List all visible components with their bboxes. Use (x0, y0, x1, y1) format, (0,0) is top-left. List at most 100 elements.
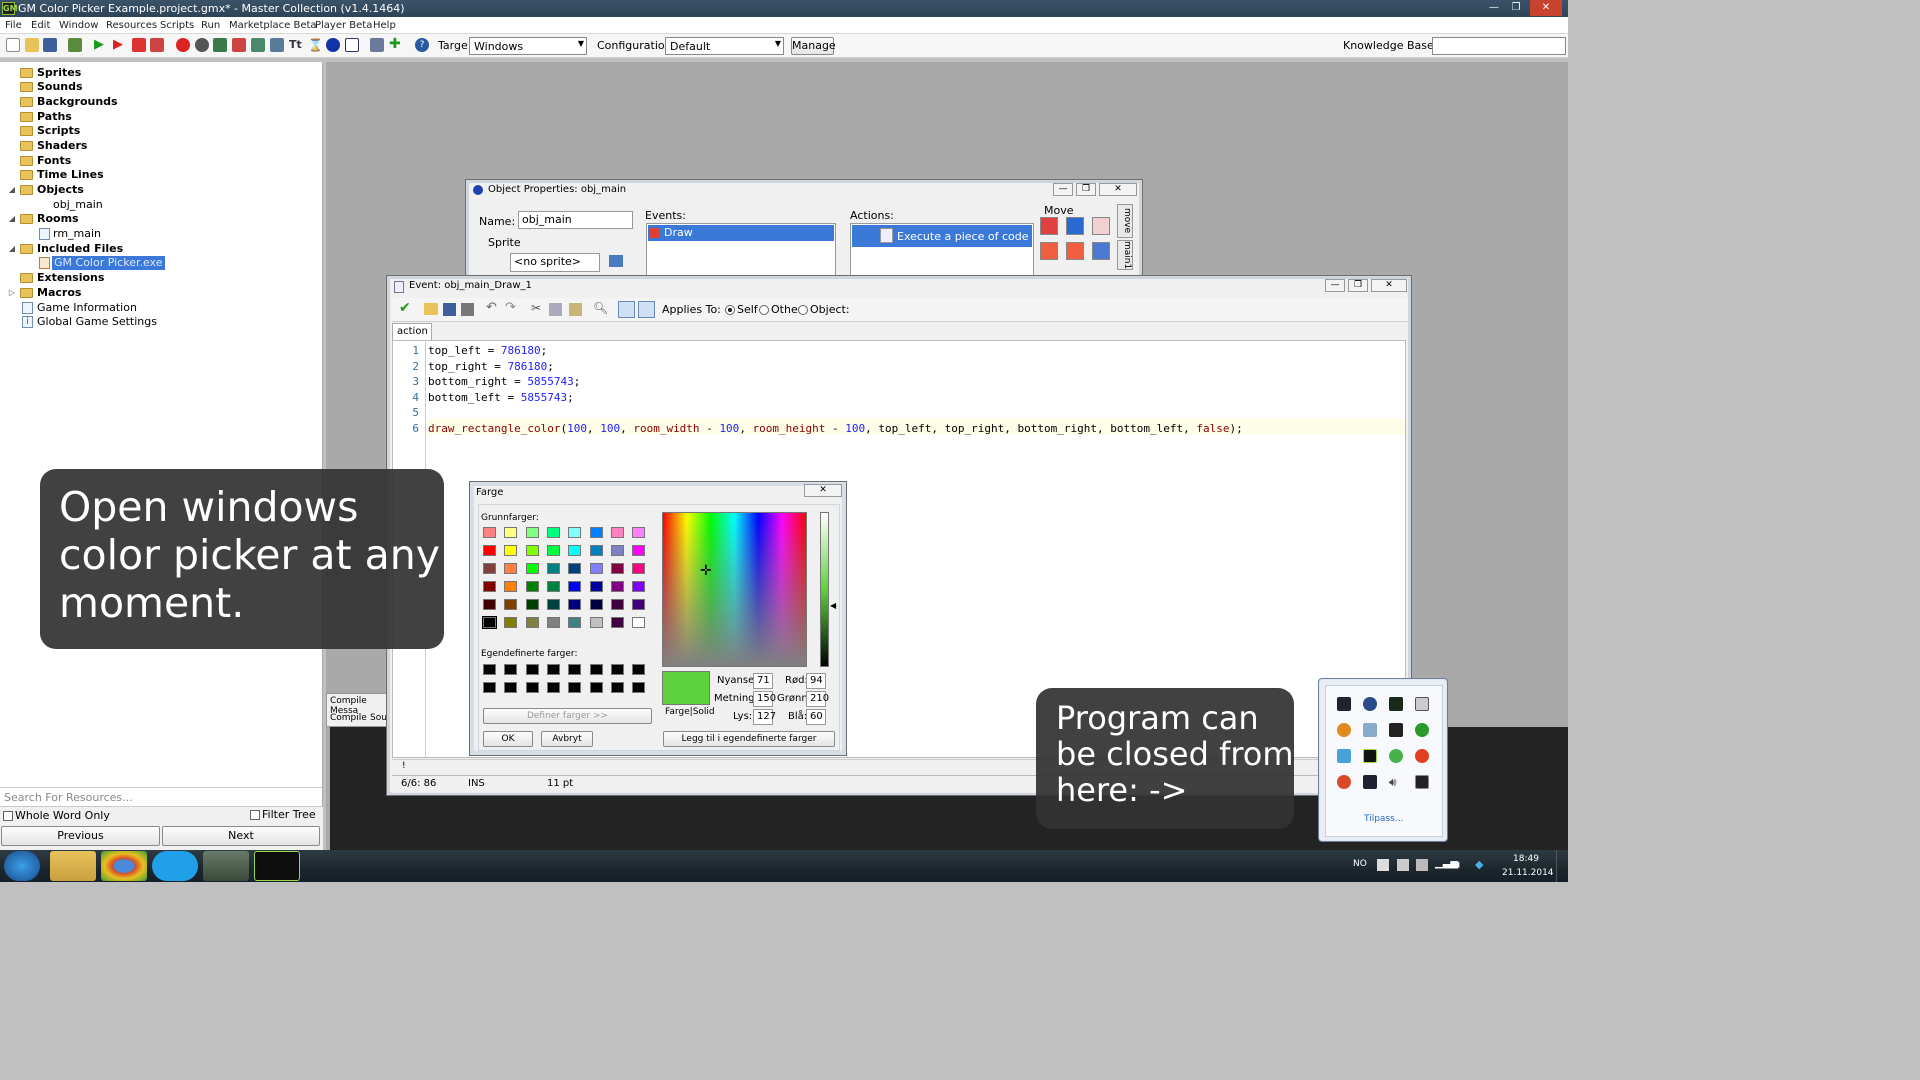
basic-color-swatch[interactable] (632, 545, 646, 556)
menu-help[interactable]: Help (373, 20, 396, 31)
filter-tree-checkbox[interactable] (250, 810, 260, 820)
basic-color-swatch[interactable] (483, 545, 496, 556)
object-name-input[interactable]: obj_main (518, 211, 633, 229)
restore-button[interactable]: ❐ (1505, 0, 1527, 16)
luminance-pointer-icon[interactable]: ◀ (830, 601, 836, 610)
terminal-icon[interactable] (1389, 723, 1403, 737)
basic-color-swatch[interactable] (589, 599, 603, 610)
basic-color-swatch[interactable] (632, 617, 646, 628)
paste-icon[interactable] (569, 303, 582, 316)
custom-color-swatch[interactable] (589, 664, 603, 675)
basic-color-swatch[interactable] (610, 527, 624, 538)
target-select[interactable]: Windows ▼ (469, 37, 587, 55)
chrome-taskbar-icon[interactable] (101, 851, 147, 881)
create-sprite-icon[interactable] (176, 38, 190, 52)
close-button[interactable]: ✕ (1371, 279, 1407, 292)
configuration-select[interactable]: Default ▼ (665, 37, 784, 55)
basic-color-swatch[interactable] (504, 617, 518, 628)
basic-color-swatch[interactable] (483, 527, 496, 538)
custom-color-swatch[interactable] (568, 682, 582, 693)
basic-color-swatch[interactable] (546, 563, 560, 574)
explorer-taskbar-icon[interactable] (50, 851, 96, 881)
flag-icon[interactable] (1397, 859, 1409, 871)
luminance-input[interactable]: 127 (753, 709, 776, 725)
other-radio[interactable] (759, 305, 769, 315)
language-indicator[interactable]: NO (1353, 859, 1367, 869)
menu-edit[interactable]: Edit (31, 20, 50, 31)
tab-move[interactable]: move (1117, 204, 1133, 238)
code-line[interactable]: 6 draw_rectangle_color(100, 100, room_wid… (393, 421, 1405, 436)
custom-color-swatch[interactable] (504, 682, 518, 693)
basic-color-swatch[interactable] (610, 563, 624, 574)
object-radio[interactable] (798, 305, 808, 315)
basic-color-swatch[interactable] (568, 617, 582, 628)
resource-search-input[interactable]: Search For Resources... (0, 787, 322, 807)
action-item-execute-code[interactable]: Execute a piece of code (852, 225, 1032, 247)
minimize-button[interactable]: — (1483, 0, 1505, 16)
basic-color-swatch[interactable] (525, 527, 539, 538)
basic-color-swatch[interactable] (589, 527, 603, 538)
volume-icon[interactable]: 🔈︎ (1456, 858, 1463, 872)
gamemaker-tray-icon[interactable] (1363, 749, 1377, 763)
basic-color-swatch[interactable] (482, 616, 497, 629)
basic-color-swatch[interactable] (504, 599, 518, 610)
custom-color-swatch[interactable] (504, 664, 518, 675)
print-icon[interactable] (461, 303, 474, 316)
create-path-icon[interactable] (232, 38, 246, 52)
basic-color-swatch[interactable] (546, 581, 560, 592)
menu-window[interactable]: Window (59, 20, 98, 31)
menu-marketplace[interactable]: Marketplace Beta (229, 20, 317, 31)
red-input[interactable]: 94 (806, 673, 826, 689)
custom-color-swatch[interactable] (589, 682, 603, 693)
monitor-app-icon[interactable] (1337, 697, 1351, 711)
customize-link[interactable]: Tilpass... (1364, 814, 1403, 824)
basic-color-swatch[interactable] (504, 545, 518, 556)
add-to-custom-colors-button[interactable]: Legg til i egendefinerte farger (663, 731, 835, 747)
basic-color-swatch[interactable] (546, 599, 560, 610)
hue-saturation-field[interactable]: ✛ (662, 512, 807, 667)
chrome-tray-icon[interactable] (1337, 775, 1351, 789)
basic-color-swatch[interactable] (504, 563, 518, 574)
menu-player-beta[interactable]: Player Beta (315, 20, 372, 31)
basic-color-swatch[interactable] (568, 563, 582, 574)
basic-color-swatch[interactable] (610, 617, 624, 628)
start-button-icon[interactable] (4, 851, 40, 881)
code-completion-icon[interactable] (618, 301, 635, 318)
show-desktop-button[interactable] (1556, 850, 1568, 882)
basic-color-swatch[interactable] (610, 545, 624, 556)
create-sound-icon[interactable] (195, 38, 209, 52)
app-icon[interactable] (1337, 723, 1351, 737)
gamemaker-taskbar-icon[interactable] (254, 851, 300, 881)
basic-color-swatch[interactable] (632, 527, 646, 538)
messenger-icon[interactable] (1389, 749, 1403, 763)
speed-vertical-icon[interactable] (1066, 242, 1084, 260)
hue-input[interactable]: 71 (753, 673, 773, 689)
add-icon[interactable]: ✚ (389, 37, 403, 52)
basic-color-swatch[interactable] (632, 563, 646, 574)
basic-color-swatch[interactable] (525, 545, 539, 556)
custom-color-swatch[interactable] (632, 664, 646, 675)
basic-color-swatch[interactable] (546, 617, 560, 628)
basic-color-swatch[interactable] (525, 563, 539, 574)
expand-arrow-icon[interactable]: ◢ (8, 183, 16, 197)
custom-color-swatch[interactable] (568, 664, 582, 675)
manage-button[interactable]: Manage (791, 37, 836, 55)
basic-color-swatch[interactable] (568, 599, 582, 610)
save-icon[interactable] (43, 38, 57, 52)
redo-icon[interactable]: ↷ (505, 300, 516, 315)
create-background-icon[interactable] (213, 38, 227, 52)
create-font-icon[interactable]: Tt (289, 38, 303, 52)
menu-scripts[interactable]: Scripts (160, 20, 194, 31)
sync-icon[interactable] (1363, 723, 1377, 737)
run-icon[interactable]: ▶ (94, 38, 108, 52)
basic-color-swatch[interactable] (483, 599, 496, 610)
luminance-slider[interactable] (820, 512, 829, 667)
graphics-icon[interactable] (1363, 775, 1377, 789)
basic-color-swatch[interactable] (589, 563, 603, 574)
help-icon[interactable]: ? (415, 38, 429, 52)
stop-icon[interactable] (132, 38, 146, 52)
basic-color-swatch[interactable] (525, 599, 539, 610)
app-taskbar-icon[interactable] (203, 851, 249, 881)
code-line[interactable]: 1 top_left = 786180; (393, 343, 1405, 358)
close-button[interactable]: ✕ (804, 484, 842, 497)
